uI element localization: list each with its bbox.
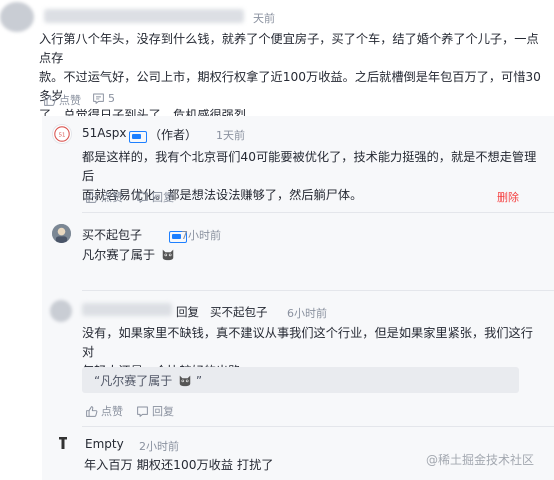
thumb-up-icon: [86, 191, 98, 203]
reply-word: 回复: [176, 305, 199, 319]
avatar[interactable]: [52, 224, 71, 243]
divider: [82, 212, 554, 213]
reply-author[interactable]: 买不起包子: [82, 226, 142, 243]
reply-time: 6小时前: [287, 307, 327, 320]
reply-text: 年入百万 期权还100万收益 打扰了: [84, 458, 274, 472]
reply-time: 1天前: [216, 129, 245, 142]
comment-time: 天前: [253, 12, 275, 25]
author-logo-icon: 51: [54, 126, 70, 142]
reply-time: 7小时前: [181, 229, 221, 242]
reply-like-button[interactable]: 点赞: [85, 403, 123, 419]
avatar[interactable]: [54, 434, 72, 452]
username-blurred[interactable]: [44, 9, 244, 23]
author-avatar[interactable]: 51: [52, 124, 72, 144]
comment-text: 入行第八个年头，没存到什么钱，就养了个便宜房子，买了个车，结了婚个养了个儿子，一…: [39, 32, 541, 122]
divider: [82, 290, 554, 291]
user-avatar-icon: [52, 224, 71, 243]
reply-label: 回复: [152, 191, 174, 204]
thumb-up-icon: [44, 94, 56, 106]
like-label: 点赞: [101, 191, 123, 204]
avatar[interactable]: [50, 300, 72, 322]
like-label: 点赞: [59, 94, 81, 107]
reply-author[interactable]: Empty: [85, 437, 124, 451]
reply-count-button[interactable]: 5: [92, 92, 115, 105]
emoji-cat-icon: [162, 249, 174, 261]
level-badge-icon: [129, 131, 147, 143]
avatar[interactable]: [0, 2, 34, 32]
delete-button[interactable]: 删除: [497, 189, 519, 205]
user-avatar-icon: [54, 434, 72, 452]
comment-icon: [137, 192, 148, 203]
reply-label: 回复: [152, 405, 174, 418]
reply-count: 5: [108, 92, 115, 105]
reply-text: 凡尔赛了属于: [82, 246, 175, 265]
emoji-cat-icon: [179, 375, 191, 387]
divider: [82, 426, 554, 427]
comment-icon: [93, 93, 104, 104]
thumb-up-icon: [86, 405, 98, 417]
comment-icon: [137, 406, 148, 417]
like-label: 点赞: [101, 405, 123, 418]
reply-reply-button[interactable]: 回复: [136, 403, 174, 419]
quoted-comment-text: “凡尔赛了属于 ”: [94, 374, 203, 388]
svg-text:51: 51: [59, 132, 66, 138]
reply-time: 2小时前: [139, 440, 179, 453]
username-blurred[interactable]: [82, 303, 172, 316]
reply-like-button[interactable]: 点赞: [85, 189, 123, 205]
author-tag: （作者）: [149, 128, 198, 142]
reply-reply-button[interactable]: 回复: [136, 189, 174, 205]
reply-target[interactable]: 买不起包子: [210, 304, 268, 320]
reply-author[interactable]: 51Aspx: [82, 126, 126, 140]
like-button[interactable]: 点赞: [43, 92, 81, 108]
watermark: @稀土掘金技术社区: [426, 453, 535, 467]
